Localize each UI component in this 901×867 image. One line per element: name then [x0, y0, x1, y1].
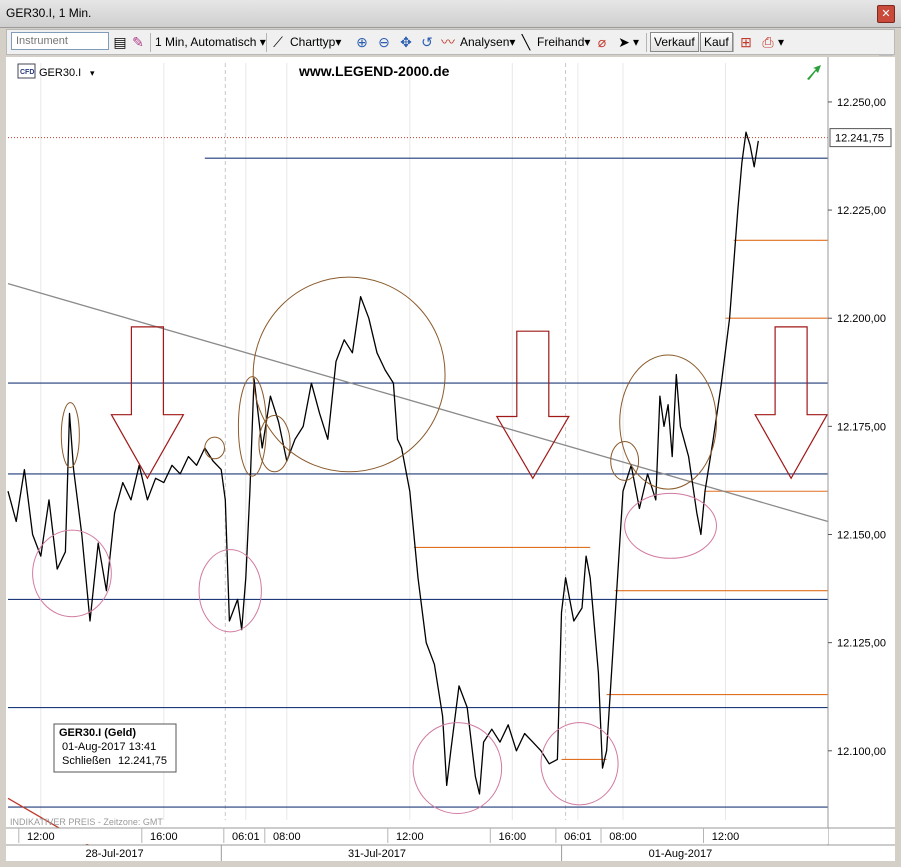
y-tick-label: 12.100,00 [837, 746, 886, 758]
date-label: 28-Jul-2017 [86, 848, 144, 860]
window-title: GER30.I, 1 Min. [6, 6, 92, 20]
toolbar-divider [646, 33, 647, 52]
y-axis-panel [828, 57, 895, 861]
zoom-out-icon[interactable]: ⊖ [375, 33, 393, 51]
close-icon[interactable]: ✕ [877, 5, 895, 23]
current-price-label: 12.241,75 [835, 133, 884, 145]
print-icon[interactable]: ⎙ [759, 33, 777, 51]
eraser-icon[interactable]: ⌀ [593, 33, 611, 51]
time-tick-label: 08:00 [609, 831, 637, 843]
chevron-down-icon[interactable]: ▾ [633, 33, 639, 51]
interval-dropdown[interactable]: 1 Min, Automatisch ▾ [155, 33, 266, 51]
zoom-in-icon[interactable]: ⊕ [353, 33, 371, 51]
freihand-label: Freihand [537, 35, 585, 49]
instrument-input[interactable] [11, 32, 109, 50]
watermark-text: www.LEGEND-2000.de [298, 63, 450, 79]
date-label: 31-Jul-2017 [348, 848, 406, 860]
time-tick-label: 08:00 [273, 831, 301, 843]
time-tick-label: 06:01 [564, 831, 592, 843]
y-tick-label: 12.250,00 [837, 97, 886, 109]
cursor-icon[interactable]: ➤ [615, 33, 633, 51]
indicator-icon[interactable]: ✎ [129, 33, 147, 51]
window-titlebar: GER30.I, 1 Min. ✕ [0, 0, 901, 28]
time-tick-label: 16:00 [499, 831, 527, 843]
cfd-badge-label: CFD [20, 69, 34, 76]
time-tick-label: 16:00 [150, 831, 178, 843]
chevron-down-icon: ▾ [509, 35, 516, 49]
date-label: 01-Aug-2017 [649, 848, 713, 860]
analysen-label: Analysen [460, 35, 510, 49]
toolbar-divider [266, 33, 267, 52]
chart-toolbar: ▤ ✎ 1 Min, Automatisch ▾ ⟋ Charttyp▾ ⊕ ⊖… [6, 29, 895, 55]
chevron-down-icon[interactable]: ▾ [778, 33, 784, 51]
info-box-datetime: 01-Aug-2017 13:41 [62, 741, 156, 753]
footer-note: INDIKATIVER PREIS - Zeitzone: GMT [10, 817, 163, 827]
charttype-dropdown[interactable]: Charttyp▾ [290, 33, 341, 51]
chevron-down-icon: ▾ [335, 35, 342, 49]
info-box-close-value: 12.241,75 [118, 755, 167, 767]
draw-line-icon[interactable]: ╲ [517, 33, 535, 51]
toolbar-divider [150, 33, 151, 52]
y-tick-label: 12.200,00 [837, 313, 886, 325]
time-tick-label: 12:00 [27, 831, 55, 843]
instrument-label: GER30.I [39, 67, 81, 79]
charttype-label: Charttyp [290, 35, 336, 49]
y-tick-label: 12.175,00 [837, 421, 886, 433]
reset-icon[interactable]: ↺ [418, 33, 436, 51]
chevron-down-icon: ▾ [90, 68, 95, 78]
chevron-down-icon: ▾ [584, 35, 591, 49]
analysen-dropdown[interactable]: Analysen▾ [460, 33, 515, 51]
instrument-list-icon[interactable]: ▤ [111, 33, 129, 51]
y-tick-label: 12.225,00 [837, 205, 886, 217]
info-box-title: GER30.I (Geld) [59, 727, 136, 739]
y-tick-label: 12.150,00 [837, 530, 886, 542]
chevron-down-icon: ▾ [259, 35, 266, 49]
price-chart[interactable]: 12.100,00 12.125,00 12.150,00 12.175,00 12.2… [6, 57, 895, 861]
time-tick-label: 12:00 [396, 831, 424, 843]
line-chart-icon[interactable]: ⟋ [269, 33, 287, 51]
info-box-close-label: Schließen [62, 755, 111, 767]
freihand-dropdown[interactable]: Freihand▾ [537, 33, 590, 51]
verkauf-button[interactable]: Verkauf [650, 32, 699, 52]
interval-label: 1 Min, Automatisch [155, 35, 257, 49]
pan-icon[interactable]: ✥ [397, 33, 415, 51]
chart-settings-icon[interactable]: ⊞ [737, 33, 755, 51]
time-tick-label: 06:01 [232, 831, 260, 843]
y-tick-label: 12.125,00 [837, 638, 886, 650]
analysis-icon[interactable]: 〰 [439, 33, 457, 51]
toolbar-divider [733, 33, 734, 52]
kauf-button[interactable]: Kauf [700, 32, 733, 52]
time-tick-label: 12:00 [712, 831, 740, 843]
